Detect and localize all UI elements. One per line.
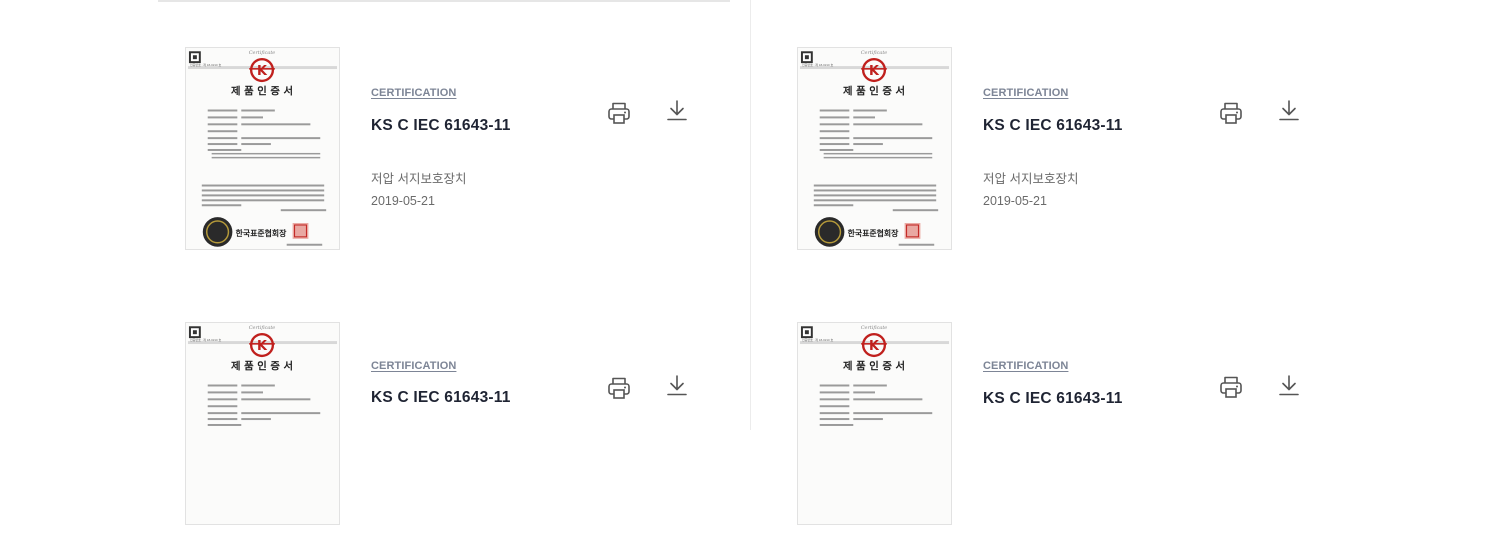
card-title[interactable]: KS C IEC 61643-11 bbox=[983, 117, 1123, 135]
certificate-thumbnail[interactable]: Certificate 인증번호 : 제 18-0210 호 K 제 품 인 증… bbox=[797, 322, 952, 525]
download-button[interactable] bbox=[1274, 96, 1304, 126]
cert-script-header: Certificate bbox=[249, 50, 276, 56]
cert-heading: 제 품 인 증 서 bbox=[843, 360, 905, 373]
print-button[interactable] bbox=[604, 98, 634, 128]
certificate-card: Certificate 인증번호 : 제 18-0210 호 K 제 품 인 증… bbox=[770, 322, 1370, 552]
print-button[interactable] bbox=[604, 373, 634, 403]
cert-script-header: Certificate bbox=[861, 50, 888, 56]
cert-script-header: Certificate bbox=[861, 325, 888, 331]
certificate-card: Certificate 인증번호 : 제 18-0210 호 K 제 품 인 증… bbox=[770, 47, 1370, 277]
certificate-image: Certificate 인증번호 : 제 18-0210 호 K 제 품 인 증… bbox=[187, 50, 338, 247]
printer-icon bbox=[608, 377, 630, 399]
card-title[interactable]: KS C IEC 61643-11 bbox=[371, 389, 511, 407]
cert-heading: 제 품 인 증 서 bbox=[843, 85, 905, 98]
card-date: 2019-05-21 bbox=[983, 194, 1047, 208]
card-description: 저압 서지보호장치 bbox=[371, 172, 467, 186]
card-description: 저압 서지보호장치 bbox=[983, 172, 1079, 186]
print-button[interactable] bbox=[1216, 98, 1246, 128]
card-category[interactable]: CERTIFICATION bbox=[371, 87, 456, 99]
download-button[interactable] bbox=[1274, 371, 1304, 401]
svg-text:인증번호 : 제 18-0210 호: 인증번호 : 제 18-0210 호 bbox=[802, 62, 834, 67]
cert-issuer: 한국표준협회장 bbox=[848, 228, 899, 238]
ks-mark: K bbox=[257, 339, 268, 354]
certificate-image: Certificate 인증번호 : 제 18-0210 호 K 제 품 인 증… bbox=[187, 325, 338, 426]
cert-script-header: Certificate bbox=[249, 325, 276, 331]
ks-mark: K bbox=[869, 339, 880, 354]
certificate-image: Certificate 인증번호 : 제 18-0210 호 K 제 품 인 증… bbox=[799, 50, 950, 247]
top-divider bbox=[158, 0, 730, 2]
card-title[interactable]: KS C IEC 61643-11 bbox=[371, 117, 511, 135]
printer-icon bbox=[1220, 102, 1242, 124]
download-icon bbox=[667, 100, 687, 121]
ks-mark: K bbox=[257, 64, 268, 79]
cert-issuer: 한국표준협회장 bbox=[236, 228, 287, 238]
card-title[interactable]: KS C IEC 61643-11 bbox=[983, 390, 1123, 408]
svg-text:인증번호 : 제 18-0210 호: 인증번호 : 제 18-0210 호 bbox=[190, 337, 222, 342]
certificate-thumbnail[interactable]: Certificate 인증번호 : 제 18-0210 호 K 제 품 인 증… bbox=[185, 322, 340, 525]
card-category[interactable]: CERTIFICATION bbox=[983, 360, 1068, 372]
download-icon bbox=[667, 375, 687, 396]
download-button[interactable] bbox=[662, 371, 692, 401]
print-button[interactable] bbox=[1216, 372, 1246, 402]
cert-heading: 제 품 인 증 서 bbox=[231, 360, 293, 373]
download-icon bbox=[1279, 375, 1299, 396]
card-date: 2019-05-21 bbox=[371, 194, 435, 208]
download-icon bbox=[1279, 100, 1299, 121]
printer-icon bbox=[1220, 376, 1242, 398]
svg-text:인증번호 : 제 18-0210 호: 인증번호 : 제 18-0210 호 bbox=[190, 62, 222, 67]
download-button[interactable] bbox=[662, 96, 692, 126]
certificate-card: Certificate 인증번호 : 제 18-0210 호 K 제 품 인 증… bbox=[158, 322, 758, 552]
printer-icon bbox=[608, 102, 630, 124]
certificate-image: Certificate 인증번호 : 제 18-0210 호 K 제 품 인 증… bbox=[799, 325, 950, 426]
ks-mark: K bbox=[869, 64, 880, 79]
certificate-thumbnail[interactable]: Certificate 인증번호 : 제 18-0210 호 K 제 품 인 증… bbox=[797, 47, 952, 250]
cert-heading: 제 품 인 증 서 bbox=[231, 85, 293, 98]
card-category[interactable]: CERTIFICATION bbox=[371, 360, 456, 372]
svg-text:인증번호 : 제 18-0210 호: 인증번호 : 제 18-0210 호 bbox=[802, 337, 834, 342]
certificate-thumbnail[interactable]: Certificate 인증번호 : 제 18-0210 호 K 제 품 인 증… bbox=[185, 47, 340, 250]
certificate-card: Certificate 인증번호 : 제 18-0210 호 K 제 품 인 증… bbox=[158, 47, 758, 277]
card-category[interactable]: CERTIFICATION bbox=[983, 87, 1068, 99]
